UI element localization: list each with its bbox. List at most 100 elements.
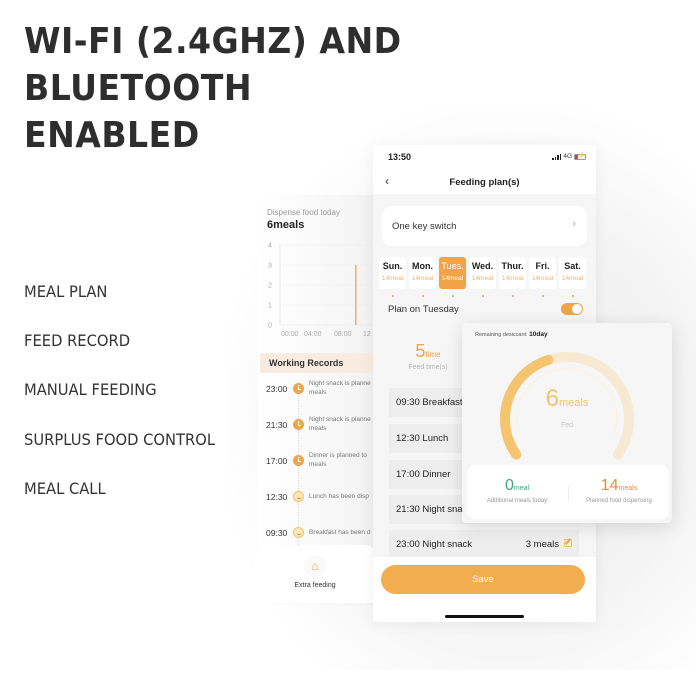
feature-list: MEAL PLAN FEED RECORD MANUAL FEEDING SUR… [24, 282, 232, 529]
day-meals: 14meal [531, 275, 554, 282]
clock-icon [293, 383, 304, 394]
smile-icon [293, 527, 304, 538]
day-name: Tues. [441, 261, 464, 271]
feature-surplus-food-control: SURPLUS FOOD CONTROL [24, 429, 216, 449]
additional-meals-value: 0 [504, 477, 514, 494]
planned-meals-label: Planned food dispensing [586, 498, 652, 504]
dispense-chart: 01234 00:00 04:00 08:00 12 [268, 243, 380, 338]
smile-icon [293, 491, 304, 502]
record-time: 17:00 [266, 456, 288, 466]
nav-bar: ‹ Feeding plan(s) [373, 170, 596, 194]
gauge-unit: meals [559, 397, 589, 409]
day-tab-tues[interactable]: Tues. 14meal [439, 257, 466, 289]
feed-record-screen: Dispense food today 6meals 01234 00:00 04… [258, 195, 380, 605]
day-meals: 14meal [441, 275, 464, 282]
meal-label: 09:30 Breakfast [396, 397, 463, 408]
day-meals: 14meal [471, 275, 494, 282]
x-tick-label: 00:00 [281, 331, 299, 338]
record-item[interactable]: 17:00 Dinner is planned to meals [258, 449, 380, 479]
one-key-switch-row[interactable]: One key switch › [382, 206, 587, 246]
feed-times-unit: time [425, 350, 441, 359]
record-time: 12:30 [266, 492, 288, 502]
day-dot [541, 295, 544, 297]
desiccant-label: Remaining desiccant: [475, 332, 528, 338]
feature-feed-record: FEED RECORD [24, 331, 131, 351]
x-tick-label: 12 [363, 331, 371, 338]
record-text: Dinner is planned to meals [309, 452, 367, 468]
additional-meals-unit: meal [513, 485, 530, 492]
plan-toggle-row: Plan on Tuesday [382, 300, 587, 320]
feeding-stats-card: Remaining desiccant: 10day 6meals Fed 0m… [462, 323, 672, 523]
desiccant-info: Remaining desiccant: 10day [475, 331, 548, 338]
dispense-value: 6meals [267, 219, 305, 231]
x-tick-label: 04:00 [304, 331, 322, 338]
meal-row[interactable]: 23:00 Night snack 3 meals [389, 530, 579, 559]
extra-feeding-button[interactable]: ⌂ Extra feeding [255, 545, 375, 603]
day-name: Wed. [471, 261, 494, 271]
day-dot [451, 295, 454, 297]
additional-meals-label: Additional meals today [486, 498, 548, 504]
status-bar: 13:50 4G [373, 145, 596, 170]
status-time: 13:50 [388, 152, 412, 162]
day-dot [511, 295, 514, 297]
day-tab-sun[interactable]: Sun. 14meal [379, 257, 406, 289]
gauge-number: 6 [545, 385, 559, 412]
day-tab-thur[interactable]: Thur. 14meal [499, 257, 526, 289]
feed-times-value: 5 [415, 341, 426, 361]
day-meals: 14meal [411, 275, 434, 282]
edit-icon[interactable] [564, 539, 572, 547]
clock-icon [293, 455, 304, 466]
record-item[interactable]: 23:00 Night snack is planne meals [258, 377, 380, 407]
plan-toggle[interactable] [561, 303, 583, 315]
chart-bar [355, 265, 357, 325]
day-selector: Sun. 14meal Mon. 14meal Tues. 14meal Wed. 14mea… [379, 257, 591, 297]
day-tab-wed[interactable]: Wed. 14meal [469, 257, 496, 289]
record-item[interactable]: 21:30 Night snack is planne meals [258, 413, 380, 443]
y-tick-label: 2 [268, 283, 272, 290]
clock-icon [293, 419, 304, 430]
day-meals: 14meal [501, 275, 524, 282]
extra-feeding-label: Extra feeding [294, 582, 336, 589]
day-tab-fri[interactable]: Fri. 14meal [529, 257, 556, 289]
day-tab-mon[interactable]: Mon. 14meal [409, 257, 436, 289]
chevron-right-icon: › [572, 218, 576, 230]
record-item[interactable]: 12:30 Lunch has been disp [258, 485, 380, 515]
x-tick-label: 08:00 [334, 331, 352, 338]
y-tick-label: 3 [268, 263, 272, 270]
day-name: Thur. [501, 261, 524, 271]
meal-label: 21:30 Night snack [396, 504, 473, 515]
feature-meal-call: MEAL CALL [24, 478, 106, 498]
meal-label: 12:30 Lunch [396, 433, 449, 444]
day-name: Sat. [564, 261, 581, 271]
one-key-switch-label: One key switch [392, 221, 457, 232]
day-meals: 14meal [561, 275, 584, 282]
meal-quantity: 3 meals [525, 539, 559, 550]
record-text: Night snack is planne meals [309, 416, 371, 432]
save-button[interactable]: Save [381, 565, 585, 594]
food-bowl-icon: ⌂ [304, 555, 326, 577]
gauge-value: 6meals [462, 385, 672, 413]
planned-meals-value: 14 [600, 477, 619, 494]
record-text: Lunch has been disp [309, 493, 369, 500]
y-tick-label: 1 [268, 303, 272, 310]
gauge-label: Fed [560, 422, 574, 429]
desiccant-value: 10day [529, 331, 548, 338]
home-indicator [445, 615, 524, 618]
day-tab-sat[interactable]: Sat. 14meal [559, 257, 586, 289]
meal-label: 17:00 Dinner [396, 469, 451, 480]
working-records-header: Working Records [260, 353, 380, 373]
record-text: Night snack is planne meals [309, 380, 371, 396]
planned-meals-unit: meals [618, 485, 638, 492]
dispense-label: Dispense food today [267, 208, 340, 217]
signal-icon [552, 153, 562, 160]
feature-meal-plan: MEAL PLAN [24, 282, 108, 301]
screen-title: Feeding plan(s) [449, 177, 520, 188]
stats-summary: 0meal Additional meals today 14meals Pla… [467, 465, 669, 519]
additional-meals-stat: 0meal Additional meals today [467, 477, 567, 504]
network-type: 4G [563, 153, 572, 160]
day-dot [571, 295, 574, 297]
battery-charging-icon [574, 152, 586, 160]
plan-label: Plan on Tuesday [388, 304, 459, 315]
meal-label: 23:00 Night snack [396, 539, 473, 550]
page-headline: WI-FI (2.4GHZ) AND BLUETOOTH ENABLED [24, 18, 622, 159]
